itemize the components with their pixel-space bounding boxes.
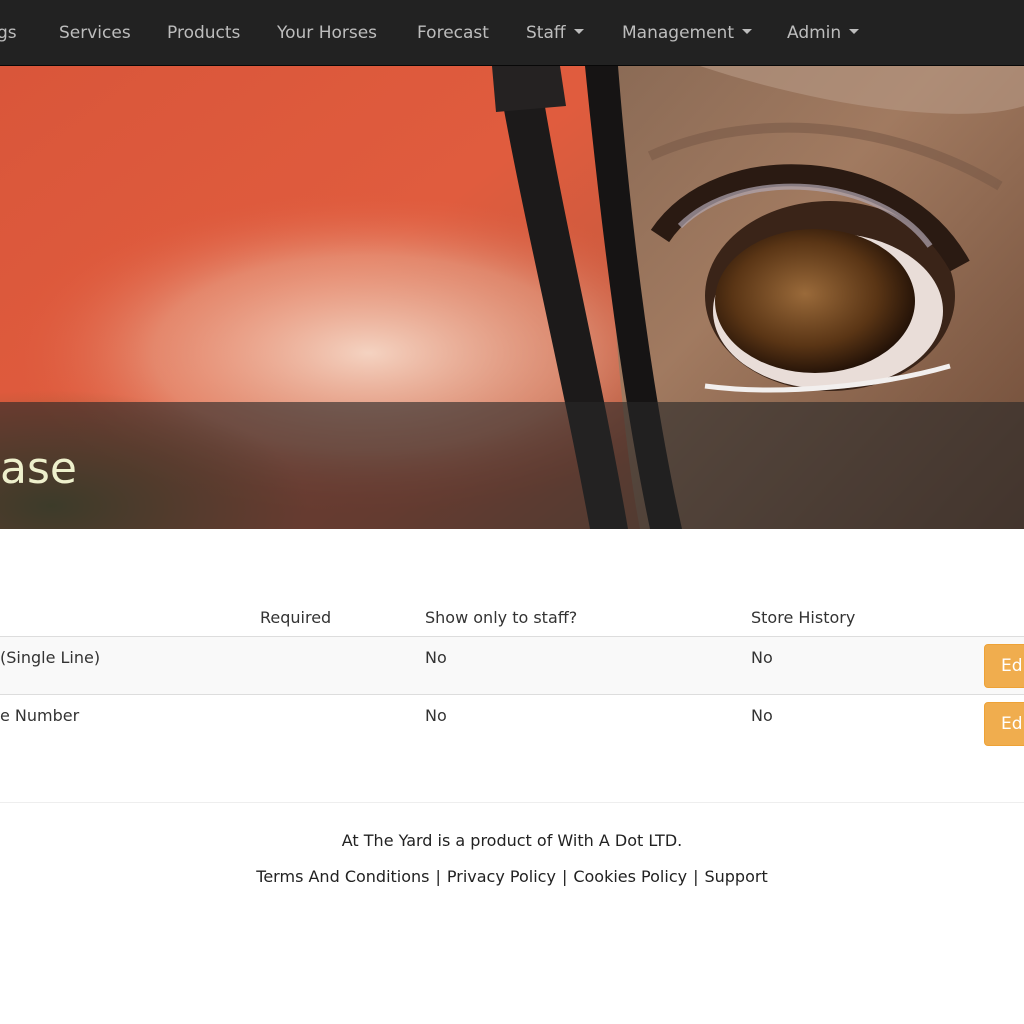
footer-link-support[interactable]: Support	[704, 867, 767, 886]
hero-banner: ase	[0, 66, 1024, 529]
caret-down-icon	[742, 28, 752, 34]
nav-item-admin[interactable]: Admin	[787, 0, 860, 66]
page-title: ase	[0, 443, 77, 494]
table-row: (Single Line) No No Ed	[0, 636, 1024, 694]
footer-separator: |	[561, 867, 568, 886]
nav-item-services[interactable]: Services	[59, 0, 131, 66]
hero-title-overlay	[0, 402, 1024, 529]
column-header-store-history: Store History	[751, 608, 856, 627]
footer-link-cookies[interactable]: Cookies Policy	[573, 867, 687, 886]
nav-item-admin-label: Admin	[787, 23, 842, 43]
footer-copyright: At The Yard is a product of With A Dot L…	[341, 831, 683, 850]
caret-down-icon	[573, 28, 584, 34]
store-history-cell: No	[751, 648, 773, 667]
column-header-show-only-to-staff: Show only to staff?	[425, 608, 578, 627]
staff-only-cell: No	[425, 706, 447, 725]
footer-links: Terms And Conditions | Privacy Policy | Cook…	[0, 867, 1024, 886]
column-header-required: Required	[260, 608, 332, 627]
nav-item-staff-label: Staff	[526, 23, 566, 43]
footer-separator: |	[435, 867, 441, 886]
footer-separator: |	[693, 867, 699, 886]
nav-item-settings[interactable]: gs	[0, 0, 17, 66]
edit-button[interactable]: Ed	[984, 644, 1024, 688]
nav-item-management[interactable]: Management	[622, 0, 752, 66]
footer-link-privacy[interactable]: Privacy Policy	[447, 867, 556, 886]
footer-link-terms[interactable]: Terms And Conditions	[256, 867, 429, 886]
nav-item-management-label: Management	[622, 23, 734, 43]
nav-item-forecast[interactable]: Forecast	[417, 0, 489, 66]
staff-only-cell: No	[425, 648, 447, 667]
table-row: e Number No No Ed	[0, 694, 1024, 752]
nav-item-your-horses[interactable]: Your Horses	[277, 0, 377, 66]
nav-item-staff[interactable]: Staff	[526, 0, 584, 66]
caret-down-icon	[849, 28, 860, 34]
field-name-cell: e Number	[0, 706, 80, 725]
edit-button[interactable]: Ed	[984, 702, 1024, 746]
store-history-cell: No	[751, 706, 773, 725]
field-name-cell: (Single Line)	[0, 648, 101, 667]
top-navbar: gs Services Products Your Horses Forecas…	[0, 0, 1024, 66]
footer-divider	[0, 802, 1024, 803]
nav-item-products[interactable]: Products	[167, 0, 240, 66]
